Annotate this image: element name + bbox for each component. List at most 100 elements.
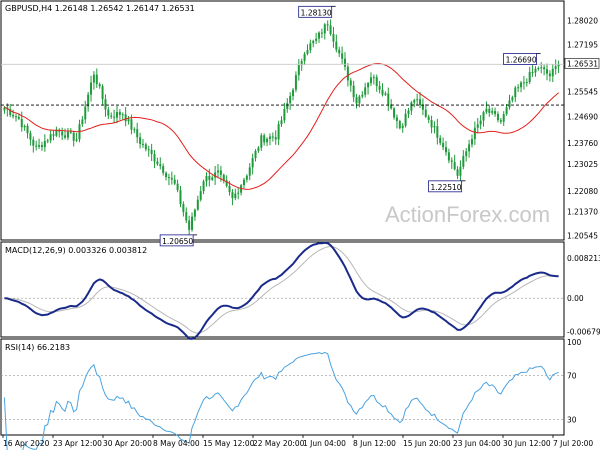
candle-body <box>32 139 35 146</box>
candle-body <box>159 164 162 167</box>
candle-body <box>205 176 208 182</box>
candle-body <box>419 99 422 106</box>
candle-body <box>12 115 15 117</box>
candle-body <box>332 34 335 42</box>
candle-body <box>271 136 274 138</box>
candle-body <box>72 132 75 141</box>
price-tick-label: 1.24690 <box>567 112 598 121</box>
candle-body <box>341 53 344 59</box>
candle-body <box>17 117 20 119</box>
candle-body <box>52 134 55 136</box>
candle-body <box>508 100 511 108</box>
candle-body <box>251 158 254 168</box>
candle-body <box>450 160 453 162</box>
candle-body <box>514 87 517 98</box>
candle-body <box>329 25 332 35</box>
price-tick-label: 1.27195 <box>567 40 598 49</box>
candle-body <box>196 199 199 210</box>
candle-body <box>64 135 67 138</box>
candle-body <box>320 32 323 34</box>
x-tick-label: 15 May 12:00 <box>203 439 255 448</box>
candle-body <box>179 190 182 205</box>
candle-body <box>520 82 523 88</box>
candle-body <box>219 170 222 175</box>
candle-body <box>540 67 543 69</box>
candle-body <box>424 109 427 117</box>
candle-body <box>188 220 191 230</box>
candle-body <box>494 111 497 115</box>
candle-body <box>482 112 485 121</box>
annotation-label: 1.26690 <box>506 55 537 64</box>
candle-body <box>470 139 473 145</box>
candle-body <box>260 135 263 148</box>
candle-body <box>496 114 499 121</box>
candle-body <box>312 40 315 44</box>
candle-body <box>355 97 358 104</box>
candle-body <box>81 119 84 125</box>
candle-body <box>66 131 69 138</box>
x-tick-label: 30 Jun 12:00 <box>503 439 551 448</box>
candle-body <box>101 86 104 100</box>
candle-body <box>427 116 430 120</box>
candle-body <box>185 212 188 221</box>
macd-tick-label: 0.00 <box>567 294 584 303</box>
x-tick-label: 23 Jun 04:00 <box>453 439 501 448</box>
candle-body <box>136 129 139 138</box>
candle-body <box>95 74 98 85</box>
annotation-label: 1.28130 <box>301 8 332 17</box>
candle-body <box>43 141 46 148</box>
candle-body <box>358 96 361 104</box>
candle-body <box>104 99 107 110</box>
candle-body <box>416 99 419 101</box>
gbpusd-chart: ActionForex.com 1.28130 1.26690 1.22510 1.2… <box>0 0 600 450</box>
candle-body <box>193 209 196 217</box>
candle-body <box>263 135 266 143</box>
candle-body <box>315 38 318 41</box>
candle-body <box>14 116 17 118</box>
rsi-title: RSI(14) 66.2183 <box>5 343 70 352</box>
candle-body <box>167 177 170 179</box>
candle-body <box>398 121 401 129</box>
price-tick-label: 1.21370 <box>567 208 598 217</box>
candle-body <box>113 116 116 118</box>
candle-body <box>217 170 220 173</box>
candle-body <box>381 89 384 95</box>
candle-body <box>170 177 173 180</box>
candle-body <box>127 119 130 122</box>
candle-body <box>98 84 101 87</box>
candle-body <box>115 112 118 118</box>
candle-body <box>528 71 531 83</box>
candle-body <box>202 181 205 192</box>
candle-body <box>410 102 413 111</box>
candle-body <box>40 145 43 148</box>
rsi-tick-label: 100 <box>567 338 582 347</box>
candle-body <box>156 161 159 165</box>
candle-body <box>257 147 260 151</box>
candle-body <box>343 58 346 67</box>
macd-tick-label: -0.006796 <box>567 328 600 337</box>
candle-body <box>297 65 300 76</box>
candle-body <box>485 108 488 113</box>
x-tick-label: 1 Jun 04:00 <box>303 439 346 448</box>
x-tick-label: 30 Apr 20:00 <box>103 439 152 448</box>
candle-body <box>326 24 329 26</box>
candle-body <box>447 152 450 161</box>
candle-body <box>286 103 289 109</box>
price-tick-label: 1.23025 <box>567 160 598 169</box>
candle-body <box>367 83 370 88</box>
candle-body <box>459 166 462 176</box>
candle-body <box>511 97 514 101</box>
candle-body <box>378 86 381 90</box>
candle-body <box>118 112 121 115</box>
candle-body <box>124 114 127 122</box>
watermark: ActionForex.com <box>385 202 550 227</box>
candle-body <box>407 110 410 114</box>
candle-body <box>473 127 476 140</box>
candle-body <box>413 100 416 103</box>
candle-body <box>92 74 95 83</box>
annotation-label: 1.22510 <box>431 183 462 192</box>
candle-body <box>176 183 179 191</box>
price-tick-label: 1.28020 <box>567 17 598 26</box>
macd-tick-label: 0.008213 <box>567 254 600 263</box>
candle-body <box>75 139 78 141</box>
